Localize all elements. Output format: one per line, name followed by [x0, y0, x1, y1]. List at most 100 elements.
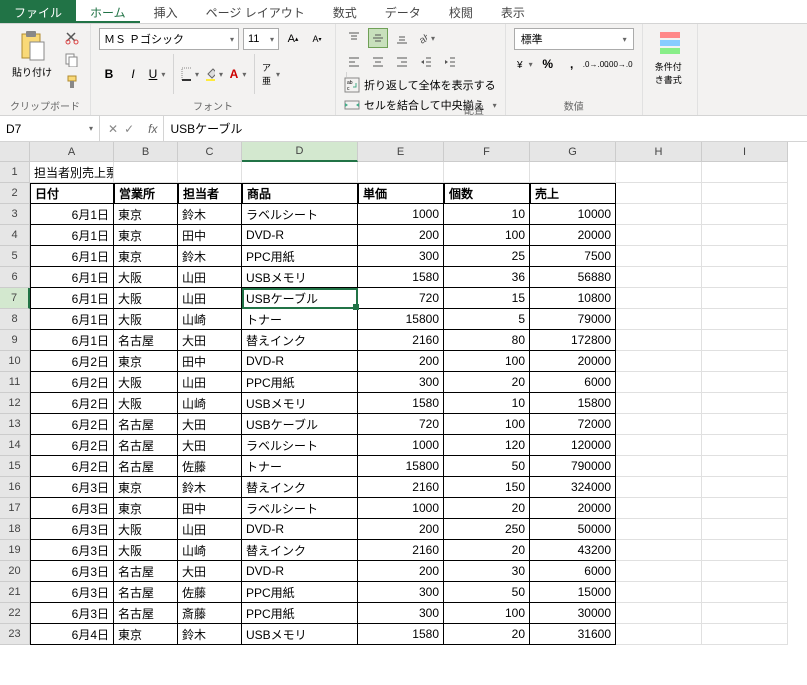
cell[interactable]: 43200	[530, 540, 616, 561]
cell[interactable]: 120000	[530, 435, 616, 456]
cell[interactable]: 15800	[358, 456, 444, 477]
row-header-7[interactable]: 7	[0, 288, 30, 309]
enter-icon[interactable]: ✓	[124, 122, 134, 136]
cell[interactable]: 6月1日	[30, 309, 114, 330]
row-header-19[interactable]: 19	[0, 540, 30, 561]
cell[interactable]: 1580	[358, 393, 444, 414]
italic-button[interactable]: I	[123, 64, 143, 84]
cell[interactable]: USBケーブル	[242, 414, 358, 435]
cell[interactable]	[702, 582, 788, 603]
cell[interactable]: 324000	[530, 477, 616, 498]
row-header-11[interactable]: 11	[0, 372, 30, 393]
cell[interactable]: 鈴木	[178, 477, 242, 498]
cell[interactable]: 100	[444, 225, 530, 246]
cell[interactable]: ラベルシート	[242, 498, 358, 519]
cell[interactable]: 1000	[358, 435, 444, 456]
cell[interactable]: 佐藤	[178, 456, 242, 477]
cell[interactable]: 大阪	[114, 540, 178, 561]
cell[interactable]	[616, 288, 702, 309]
cell[interactable]: 20	[444, 540, 530, 561]
cell[interactable]: 山田	[178, 372, 242, 393]
row-header-1[interactable]: 1	[0, 162, 30, 183]
cell[interactable]: 替えインク	[242, 477, 358, 498]
tab-review[interactable]: 校閲	[435, 0, 487, 23]
cell[interactable]: 大阪	[114, 519, 178, 540]
col-header-A[interactable]: A	[30, 142, 114, 162]
cell[interactable]: トナー	[242, 309, 358, 330]
cell[interactable]: 6月3日	[30, 498, 114, 519]
cell[interactable]: 名古屋	[114, 330, 178, 351]
name-box[interactable]: D7▾	[0, 116, 100, 141]
number-format-select[interactable]: 標準▾	[514, 28, 634, 50]
tab-data[interactable]: データ	[371, 0, 435, 23]
cell[interactable]	[114, 162, 178, 183]
cell[interactable]: 大阪	[114, 393, 178, 414]
cell[interactable]: 20	[444, 498, 530, 519]
fx-icon[interactable]: fx	[142, 122, 163, 136]
cell[interactable]	[616, 561, 702, 582]
cell[interactable]: 120	[444, 435, 530, 456]
cell[interactable]: 大阪	[114, 267, 178, 288]
paste-button[interactable]: 貼り付け	[8, 28, 56, 81]
cell[interactable]	[616, 540, 702, 561]
align-top-button[interactable]	[344, 28, 364, 48]
cell[interactable]	[616, 498, 702, 519]
row-header-2[interactable]: 2	[0, 183, 30, 204]
cell[interactable]: 25	[444, 246, 530, 267]
cell[interactable]: 72000	[530, 414, 616, 435]
cell[interactable]: 15800	[530, 393, 616, 414]
cell[interactable]: 鈴木	[178, 204, 242, 225]
tab-pagelayout[interactable]: ページ レイアウト	[192, 0, 319, 23]
row-header-12[interactable]: 12	[0, 393, 30, 414]
currency-button[interactable]: ¥▾	[514, 54, 534, 74]
cell[interactable]: 名古屋	[114, 456, 178, 477]
cell[interactable]: 250	[444, 519, 530, 540]
tab-formulas[interactable]: 数式	[319, 0, 371, 23]
cell[interactable]: 300	[358, 603, 444, 624]
border-button[interactable]: ▾	[180, 64, 200, 84]
copy-button[interactable]	[62, 50, 82, 70]
cell[interactable]: 300	[358, 582, 444, 603]
align-right-button[interactable]	[392, 52, 412, 72]
align-bottom-button[interactable]	[392, 28, 412, 48]
cell[interactable]: 大阪	[114, 372, 178, 393]
cell[interactable]	[702, 414, 788, 435]
cell[interactable]: PPC用紙	[242, 582, 358, 603]
cell[interactable]: 200	[358, 225, 444, 246]
cell[interactable]: 20000	[530, 225, 616, 246]
cell[interactable]	[702, 624, 788, 645]
cell[interactable]: 36	[444, 267, 530, 288]
increase-indent-button[interactable]	[440, 52, 460, 72]
cell[interactable]	[702, 498, 788, 519]
cell[interactable]: 名古屋	[114, 414, 178, 435]
cell[interactable]: ラベルシート	[242, 435, 358, 456]
cell[interactable]	[702, 162, 788, 183]
orientation-button[interactable]: ab▾	[416, 28, 436, 48]
cell[interactable]	[702, 309, 788, 330]
cell[interactable]: 日付	[30, 183, 114, 204]
cell[interactable]	[358, 162, 444, 183]
cell[interactable]: 300	[358, 246, 444, 267]
cell[interactable]: 15	[444, 288, 530, 309]
cell[interactable]: 20000	[530, 498, 616, 519]
cell[interactable]: 1580	[358, 624, 444, 645]
cell[interactable]: 5	[444, 309, 530, 330]
cell[interactable]: 名古屋	[114, 435, 178, 456]
cell[interactable]: 山田	[178, 267, 242, 288]
cell[interactable]	[616, 330, 702, 351]
cell[interactable]: USBメモリ	[242, 267, 358, 288]
cell[interactable]: 172800	[530, 330, 616, 351]
cell[interactable]: 大田	[178, 561, 242, 582]
cell[interactable]: 1580	[358, 267, 444, 288]
cell[interactable]: 東京	[114, 477, 178, 498]
col-header-E[interactable]: E	[358, 142, 444, 162]
cell[interactable]: 30000	[530, 603, 616, 624]
row-header-14[interactable]: 14	[0, 435, 30, 456]
cell[interactable]: 100	[444, 351, 530, 372]
cell[interactable]: 担当者	[178, 183, 242, 204]
col-header-G[interactable]: G	[530, 142, 616, 162]
cell[interactable]: 6月1日	[30, 225, 114, 246]
cell[interactable]: 50	[444, 456, 530, 477]
row-header-18[interactable]: 18	[0, 519, 30, 540]
cell[interactable]: 6月2日	[30, 435, 114, 456]
